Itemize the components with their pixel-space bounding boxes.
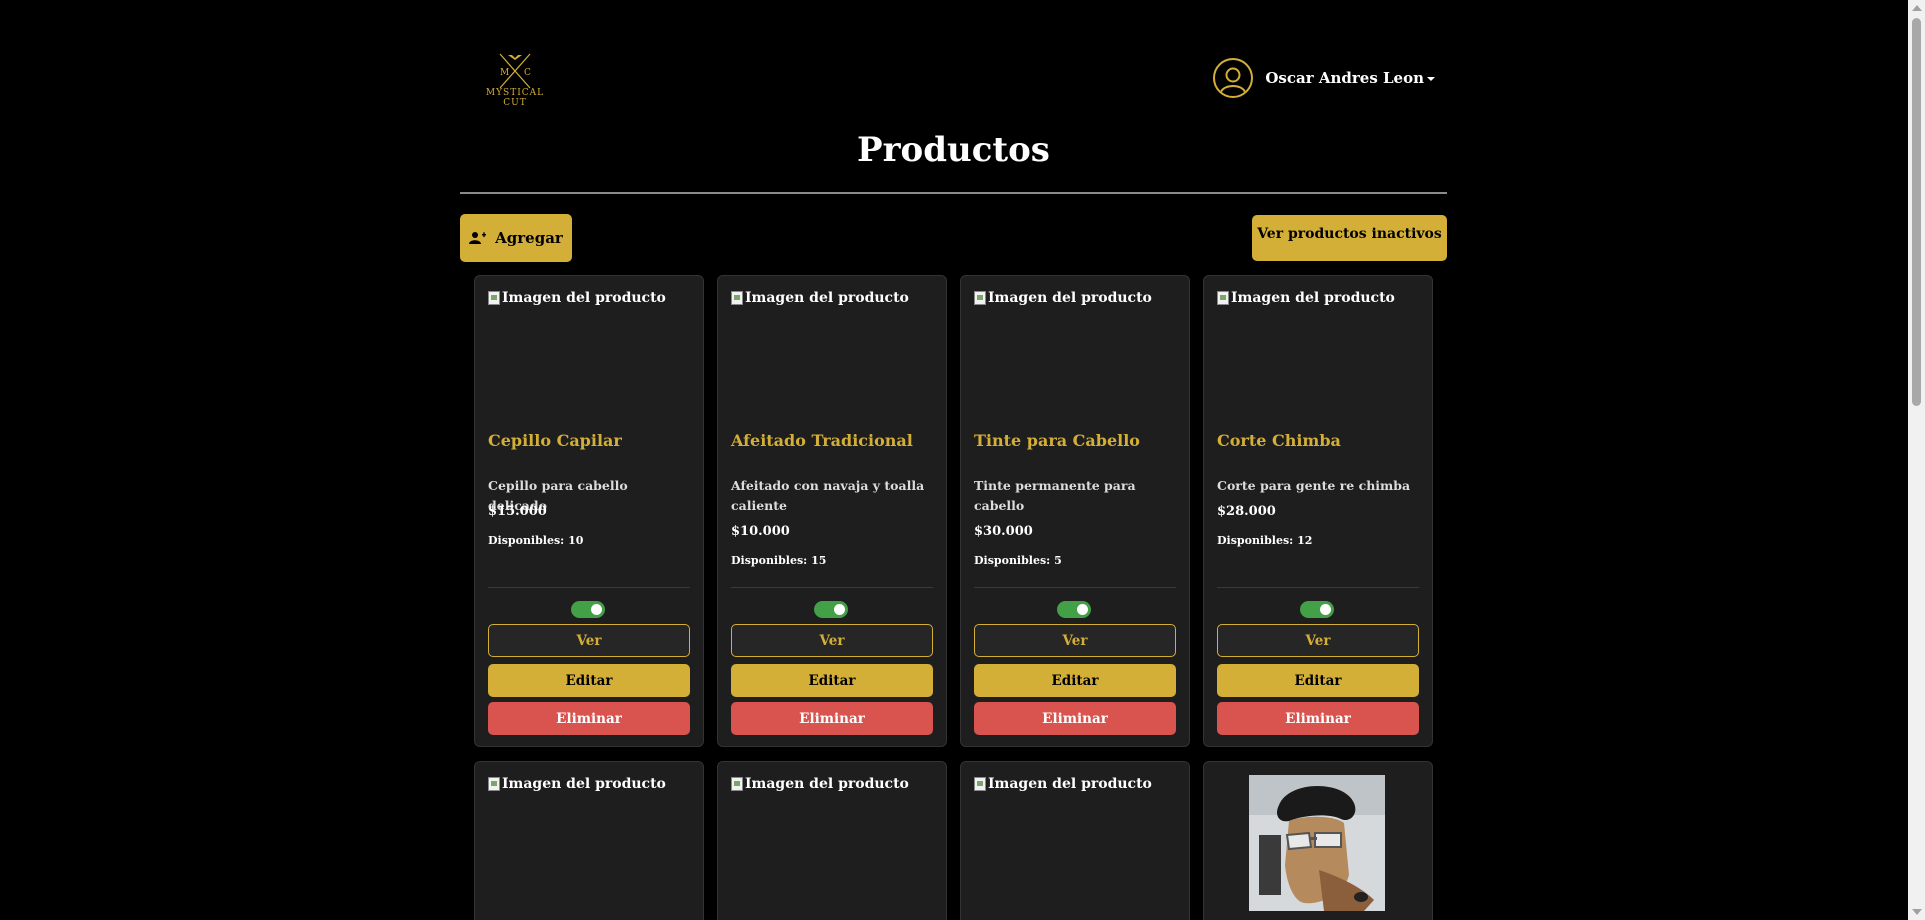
- divider: [460, 192, 1447, 194]
- broken-image-icon: [731, 291, 743, 305]
- product-image: Imagen del producto: [488, 776, 666, 792]
- product-card: Imagen del producto Afeitado Tradicional…: [717, 275, 947, 747]
- logo-monogram-right: C: [524, 68, 531, 78]
- active-toggle[interactable]: [814, 601, 848, 618]
- broken-image-icon: [488, 291, 500, 305]
- product-image: Imagen del producto: [974, 290, 1152, 306]
- product-stock: Disponibles: 15: [731, 554, 827, 567]
- product-name: Afeitado Tradicional: [731, 431, 913, 450]
- brand-logo[interactable]: M C MYSTICAL CUT: [480, 50, 550, 112]
- active-toggle[interactable]: [571, 601, 605, 618]
- product-card: Imagen del producto: [960, 761, 1190, 920]
- product-stock: Disponibles: 10: [488, 534, 584, 547]
- product-description: Afeitado con navaja y toalla caliente: [731, 478, 925, 513]
- edit-button[interactable]: Editar: [488, 664, 690, 697]
- edit-button[interactable]: Editar: [1217, 664, 1419, 697]
- broken-image-icon: [731, 777, 743, 791]
- product-card: Imagen del producto Tinte para Cabello T…: [960, 275, 1190, 747]
- user-avatar-icon[interactable]: [1213, 58, 1254, 98]
- scroll-up-arrow-icon[interactable]: [1912, 5, 1922, 11]
- product-card: Imagen del producto Cepillo Capilar Cepi…: [474, 275, 704, 747]
- divider: [1217, 587, 1419, 588]
- brand-line-1: MYSTICAL: [485, 88, 545, 98]
- product-stock: Disponibles: 5: [974, 554, 1062, 567]
- broken-image-icon: [974, 777, 986, 791]
- product-card: Imagen del producto: [474, 761, 704, 920]
- product-image: Imagen del producto: [974, 776, 1152, 792]
- page-scrollbar[interactable]: [1908, 0, 1925, 920]
- view-button[interactable]: Ver: [731, 624, 933, 657]
- logo-monogram-left: M: [500, 68, 509, 78]
- product-card: Imagen del producto Corte Chimba Corte p…: [1203, 275, 1433, 747]
- add-user-icon: [469, 232, 487, 244]
- user-name[interactable]: Oscar Andres Leon: [1265, 69, 1435, 87]
- edit-button[interactable]: Editar: [731, 664, 933, 697]
- active-toggle[interactable]: [1300, 601, 1334, 618]
- brand-name: MYSTICAL CUT: [480, 88, 550, 108]
- broken-image-icon: [974, 291, 986, 305]
- chevron-down-icon: [1427, 77, 1435, 81]
- page-title: Productos: [857, 130, 1050, 170]
- add-product-label: Agregar: [495, 229, 563, 247]
- product-price: $10.000: [731, 524, 790, 539]
- view-button[interactable]: Ver: [1217, 624, 1419, 657]
- delete-button[interactable]: Eliminar: [731, 702, 933, 735]
- product-name: Tinte para Cabello: [974, 431, 1140, 450]
- delete-button[interactable]: Eliminar: [488, 702, 690, 735]
- product-name: Corte Chimba: [1217, 431, 1341, 450]
- divider: [731, 587, 933, 588]
- product-price: $30.000: [974, 524, 1033, 539]
- active-toggle[interactable]: [1057, 601, 1091, 618]
- broken-image-icon: [1217, 291, 1229, 305]
- scrollbar-thumb[interactable]: [1912, 18, 1921, 406]
- product-image: Imagen del producto: [488, 290, 666, 306]
- user-menu[interactable]: Oscar Andres Leon: [1213, 58, 1435, 98]
- broken-image-icon: [488, 777, 500, 791]
- view-button[interactable]: Ver: [488, 624, 690, 657]
- product-name: Cepillo Capilar: [488, 431, 622, 450]
- product-photo: [1249, 775, 1385, 911]
- view-button[interactable]: Ver: [974, 624, 1176, 657]
- edit-button[interactable]: Editar: [974, 664, 1176, 697]
- divider: [974, 587, 1176, 588]
- product-price: $15.000: [488, 504, 547, 519]
- product-image: Imagen del producto: [1217, 290, 1395, 306]
- brand-line-2: CUT: [503, 98, 527, 108]
- product-description: Corte para gente re chimba: [1217, 478, 1411, 493]
- product-card: [1203, 761, 1433, 920]
- product-card: Imagen del producto: [717, 761, 947, 920]
- scroll-down-arrow-icon[interactable]: [1912, 909, 1922, 915]
- product-image: Imagen del producto: [731, 290, 909, 306]
- divider: [488, 587, 690, 588]
- product-price: $28.000: [1217, 504, 1276, 519]
- product-image: Imagen del producto: [731, 776, 909, 792]
- delete-button[interactable]: Eliminar: [1217, 702, 1419, 735]
- product-description: Tinte permanente para cabello: [974, 478, 1136, 513]
- add-product-button[interactable]: Agregar: [460, 214, 572, 262]
- product-stock: Disponibles: 12: [1217, 534, 1313, 547]
- view-inactive-products-button[interactable]: Ver productos inactivos: [1252, 215, 1447, 261]
- delete-button[interactable]: Eliminar: [974, 702, 1176, 735]
